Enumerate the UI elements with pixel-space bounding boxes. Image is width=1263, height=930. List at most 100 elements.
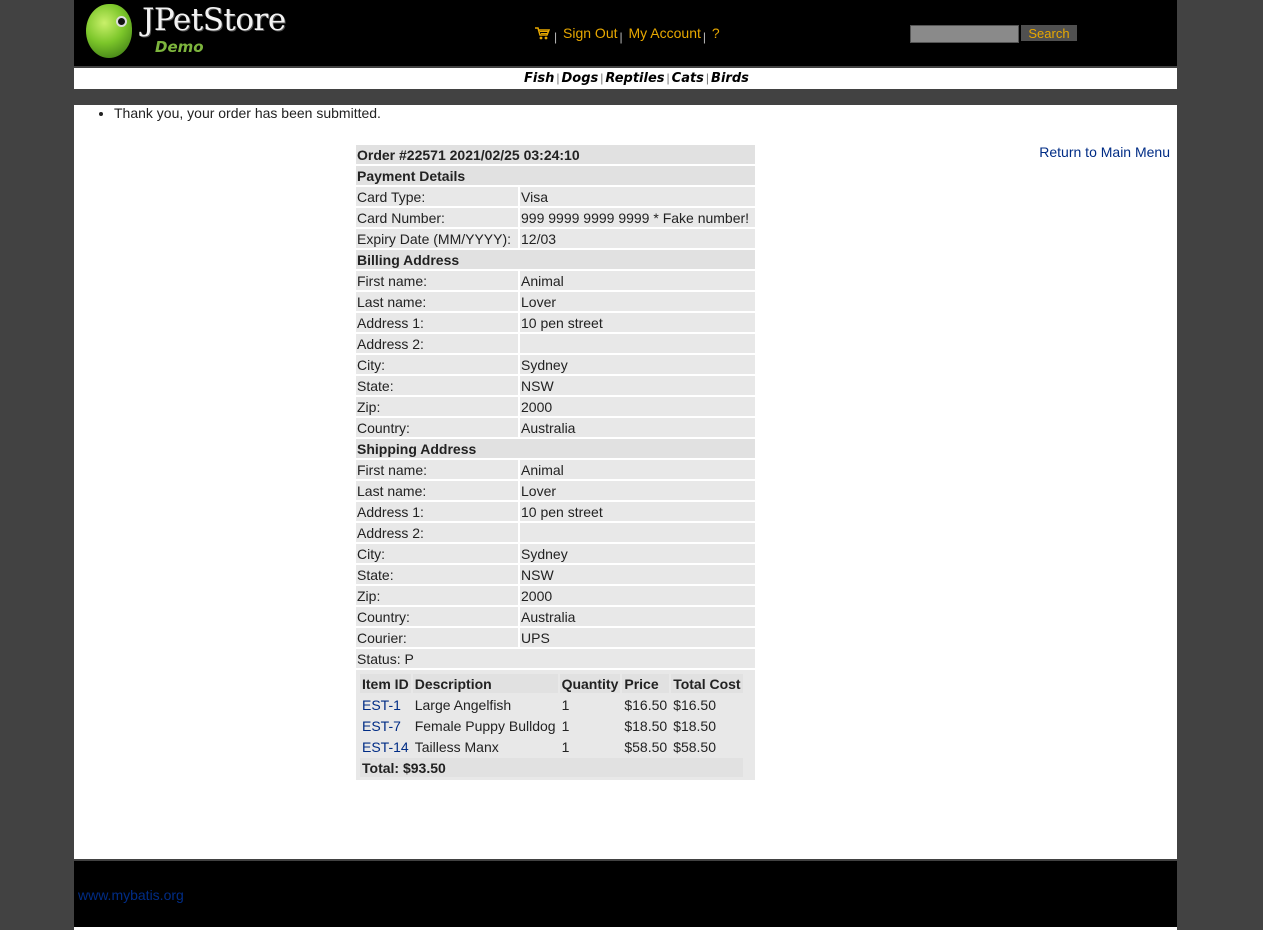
table-row: First name: Animal — [356, 271, 755, 290]
billing-state-label: State: — [356, 376, 518, 395]
order-title: Order #22571 2021/02/25 03:24:10 — [356, 145, 755, 164]
table-row: State: NSW — [356, 376, 755, 395]
category-dogs[interactable]: Dogs — [561, 71, 598, 86]
table-row: Zip: 2000 — [356, 397, 755, 416]
shipping-state-label: State: — [356, 565, 518, 584]
expiry-date-label: Expiry Date (MM/YYYY): — [356, 229, 518, 248]
billing-zip-value: 2000 — [520, 397, 755, 416]
billing-address1-label: Address 1: — [356, 313, 518, 332]
billing-address1-value: 10 pen street — [520, 313, 755, 332]
card-number-value: 999 9999 9999 9999 * Fake number! — [520, 208, 755, 227]
expiry-date-value: 12/03 — [520, 229, 755, 248]
table-row: Courier: UPS — [356, 628, 755, 647]
item-id-link[interactable]: EST-7 — [362, 718, 401, 734]
brand-name: JPetStore — [142, 2, 286, 38]
table-row: Address 2: — [356, 523, 755, 542]
shipping-address2-value — [520, 523, 755, 542]
column-header-total-cost: Total Cost — [671, 674, 743, 693]
billing-address2-label: Address 2: — [356, 334, 518, 353]
parrot-logo-icon — [86, 4, 132, 58]
table-row: Country: Australia — [356, 607, 755, 626]
table-row: City: Sydney — [356, 544, 755, 563]
category-bar: Fish | Dogs | Reptiles | Cats | Birds — [74, 68, 1177, 89]
shipping-country-label: Country: — [356, 607, 518, 626]
column-header-price: Price — [622, 674, 670, 693]
return-to-main-menu-link[interactable]: Return to Main Menu — [1039, 144, 1170, 160]
search-button[interactable]: Search — [1021, 25, 1077, 41]
table-row: State: NSW — [356, 565, 755, 584]
item-quantity: 1 — [561, 696, 570, 713]
table-row: Last name: Lover — [356, 292, 755, 311]
billing-last-name-label: Last name: — [356, 292, 518, 311]
item-price: $58.50 — [624, 738, 668, 755]
table-row: EST-1 Large Angelfish 1 $16.50 $16.50 — [360, 695, 743, 714]
table-row: Address 1: 10 pen street — [356, 313, 755, 332]
table-row: Last name: Lover — [356, 481, 755, 500]
column-header-quantity: Quantity — [559, 674, 621, 693]
header: JPetStore Demo | Sign Out | My Account | ?… — [74, 0, 1177, 66]
card-type-label: Card Type: — [356, 187, 518, 206]
category-separator: | — [556, 71, 560, 85]
category-cats[interactable]: Cats — [672, 71, 704, 86]
shipping-first-name-value: Animal — [520, 460, 755, 479]
item-id-link[interactable]: EST-14 — [362, 739, 409, 755]
billing-city-value: Sydney — [520, 355, 755, 374]
search-form: Search — [910, 25, 1077, 43]
order-table: Order #22571 2021/02/25 03:24:10 Payment… — [354, 143, 757, 782]
shipping-city-label: City: — [356, 544, 518, 563]
help-link[interactable]: ? — [712, 25, 720, 41]
success-message: Thank you, your order has been submitted… — [114, 105, 381, 121]
billing-country-label: Country: — [356, 418, 518, 437]
billing-city-label: City: — [356, 355, 518, 374]
item-id-link[interactable]: EST-1 — [362, 697, 401, 713]
logo[interactable]: JPetStore Demo — [84, 2, 294, 60]
billing-address-heading: Billing Address — [356, 250, 755, 269]
cart-icon[interactable] — [534, 26, 551, 40]
order-total: Total: $93.50 — [360, 758, 743, 777]
shipping-city-value: Sydney — [520, 544, 755, 563]
column-header-item-id: Item ID — [360, 674, 411, 693]
item-price: $16.50 — [624, 696, 668, 713]
table-row: City: Sydney — [356, 355, 755, 374]
item-quantity: 1 — [561, 738, 570, 755]
category-separator: | — [600, 71, 604, 85]
my-account-link[interactable]: My Account — [629, 25, 701, 41]
table-row: EST-14 Tailless Manx 1 $58.50 $58.50 — [360, 737, 743, 756]
table-row: Expiry Date (MM/YYYY): 12/03 — [356, 229, 755, 248]
billing-address2-value — [520, 334, 755, 353]
table-row: EST-7 Female Puppy Bulldog 1 $18.50 $18.… — [360, 716, 743, 735]
card-type-value: Visa — [520, 187, 755, 206]
courier-value: UPS — [520, 628, 755, 647]
message-list: Thank you, your order has been submitted… — [114, 105, 381, 121]
table-row: First name: Animal — [356, 460, 755, 479]
menu-separator: | — [554, 30, 558, 44]
menu-separator: | — [702, 30, 707, 44]
billing-state-value: NSW — [520, 376, 755, 395]
shipping-first-name-label: First name: — [356, 460, 518, 479]
search-input[interactable] — [910, 25, 1019, 43]
table-row: Zip: 2000 — [356, 586, 755, 605]
category-birds[interactable]: Birds — [711, 71, 749, 86]
line-items-table: Item ID Description Quantity Price Total… — [358, 672, 745, 779]
table-row: Country: Australia — [356, 418, 755, 437]
shipping-address1-label: Address 1: — [356, 502, 518, 521]
shipping-state-value: NSW — [520, 565, 755, 584]
shipping-zip-label: Zip: — [356, 586, 518, 605]
item-quantity: 1 — [561, 717, 570, 734]
item-description: Tailless Manx — [414, 738, 499, 755]
footer: www.mybatis.org — [74, 861, 1177, 927]
billing-country-value: Australia — [520, 418, 755, 437]
shipping-country-value: Australia — [520, 607, 755, 626]
category-fish[interactable]: Fish — [524, 71, 554, 86]
item-total: $18.50 — [673, 717, 717, 734]
order-status: Status: P — [356, 649, 755, 668]
category-reptiles[interactable]: Reptiles — [605, 71, 664, 86]
brand-subtitle: Demo — [155, 38, 204, 56]
shipping-address1-value: 10 pen street — [520, 502, 755, 521]
sign-out-link[interactable]: Sign Out — [563, 25, 617, 41]
category-separator: | — [705, 71, 710, 85]
billing-first-name-label: First name: — [356, 271, 518, 290]
item-price: $18.50 — [624, 717, 668, 734]
mybatis-link[interactable]: www.mybatis.org — [78, 887, 184, 903]
table-row: Card Type: Visa — [356, 187, 755, 206]
